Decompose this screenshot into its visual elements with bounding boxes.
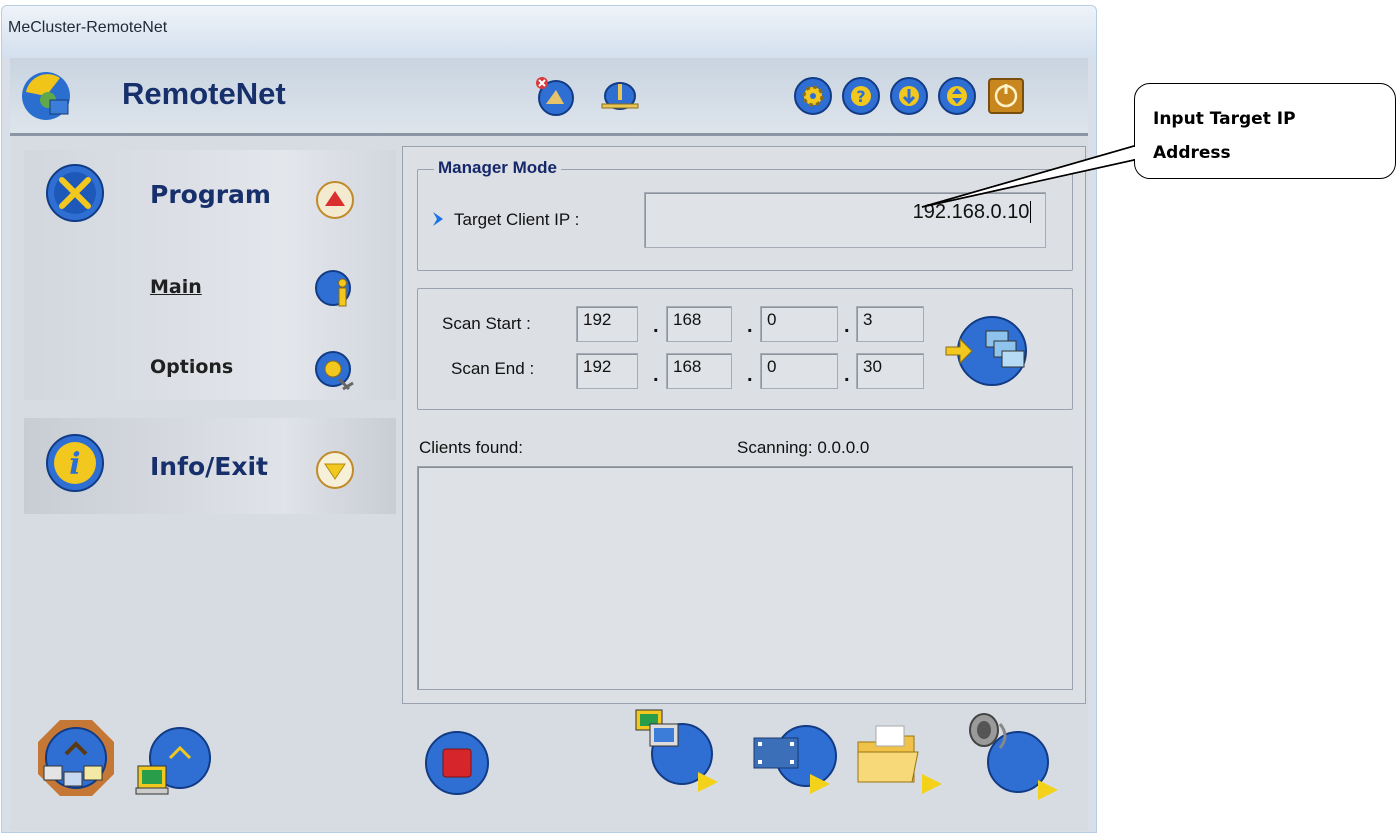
ip-separator: . [653, 315, 659, 337]
sidebar-program-panel: Program Main Options [24, 150, 396, 400]
audio-button[interactable] [962, 704, 1062, 804]
manager-mode-group: Manager Mode Target Client IP : 192.168.… [417, 158, 1073, 271]
scan-end-octet-4[interactable]: 30 [856, 353, 924, 389]
main-content: Manager Mode Target Client IP : 192.168.… [402, 146, 1086, 704]
clients-found-label: Clients found: [419, 438, 523, 457]
clients-list[interactable] [417, 466, 1073, 690]
updown-icon[interactable] [935, 74, 979, 118]
scan-start-octet-2[interactable]: 168 [666, 306, 732, 342]
sidebar-program-label[interactable]: Program [150, 180, 271, 209]
chevron-right-icon [431, 210, 449, 228]
app-name: RemoteNet [122, 76, 286, 111]
options-icon[interactable] [313, 349, 357, 393]
info-user-icon[interactable] [313, 268, 357, 312]
network-icon[interactable] [598, 74, 642, 118]
ip-separator: . [747, 364, 753, 386]
cluster-view-button[interactable] [34, 716, 118, 800]
scan-range-group: Scan Start : Scan End : 192 . 168 . 0 . … [417, 288, 1073, 410]
scan-start-octet-3[interactable]: 0 [760, 306, 838, 342]
single-view-button[interactable] [134, 722, 214, 802]
callout-text: Input Target IP Address [1153, 102, 1296, 170]
expand-down-icon[interactable] [315, 450, 355, 490]
scan-start-octet-4[interactable]: 3 [856, 306, 924, 342]
settings-icon[interactable] [791, 74, 835, 118]
folder-button[interactable] [852, 712, 948, 804]
callout-line-2: Address [1153, 143, 1231, 163]
scan-end-octet-1[interactable]: 192 [576, 353, 638, 389]
svg-text:?: ? [856, 87, 865, 106]
download-icon[interactable] [887, 74, 931, 118]
ip-separator: . [653, 364, 659, 386]
target-ip-input[interactable]: 192.168.0.10 [644, 192, 1046, 248]
app-logo-icon [20, 70, 72, 122]
disconnect-icon[interactable] [532, 74, 576, 118]
manager-mode-legend: Manager Mode [434, 158, 562, 178]
text-caret [1030, 201, 1037, 223]
callout-line-1: Input Target IP [1153, 109, 1296, 129]
target-ip-value: 192.168.0.10 [912, 201, 1030, 223]
client-area: Program Main Options i Info/Exit Manager… [10, 136, 1088, 831]
tools-icon [44, 162, 106, 224]
app-window: MeCluster-RemoteNet RemoteNet ? Program … [1, 5, 1097, 833]
svg-text:i: i [69, 447, 80, 482]
help-icon[interactable]: ? [839, 74, 883, 118]
scan-end-label: Scan End : [451, 359, 535, 378]
info-icon: i [44, 432, 106, 494]
ip-separator: . [747, 315, 753, 337]
video-button[interactable] [750, 716, 846, 800]
app-header: RemoteNet ? [10, 58, 1088, 136]
ip-separator: . [844, 364, 850, 386]
scanning-status: Scanning: 0.0.0.0 [737, 438, 870, 457]
bottom-toolbar [10, 702, 1088, 831]
target-ip-label: Target Client IP : [454, 210, 580, 229]
sidebar-item-options[interactable]: Options [150, 356, 233, 378]
collapse-up-icon[interactable] [315, 180, 355, 220]
title-bar: MeCluster-RemoteNet [2, 6, 1096, 58]
callout-box: Input Target IP Address [1134, 83, 1396, 179]
sidebar-item-main[interactable]: Main [150, 276, 202, 298]
ip-separator: . [844, 315, 850, 337]
scan-start-label: Scan Start : [442, 314, 531, 333]
sidebar-info-panel: i Info/Exit [24, 418, 396, 514]
scan-end-octet-3[interactable]: 0 [760, 353, 838, 389]
power-icon[interactable] [984, 74, 1028, 118]
scan-end-octet-2[interactable]: 168 [666, 353, 732, 389]
sidebar-info-label[interactable]: Info/Exit [150, 452, 268, 481]
scan-start-button[interactable] [942, 309, 1034, 389]
scan-start-octet-1[interactable]: 192 [576, 306, 638, 342]
remote-desktop-button[interactable] [628, 702, 724, 798]
stop-button[interactable] [422, 728, 492, 798]
window-title: MeCluster-RemoteNet [8, 19, 168, 36]
